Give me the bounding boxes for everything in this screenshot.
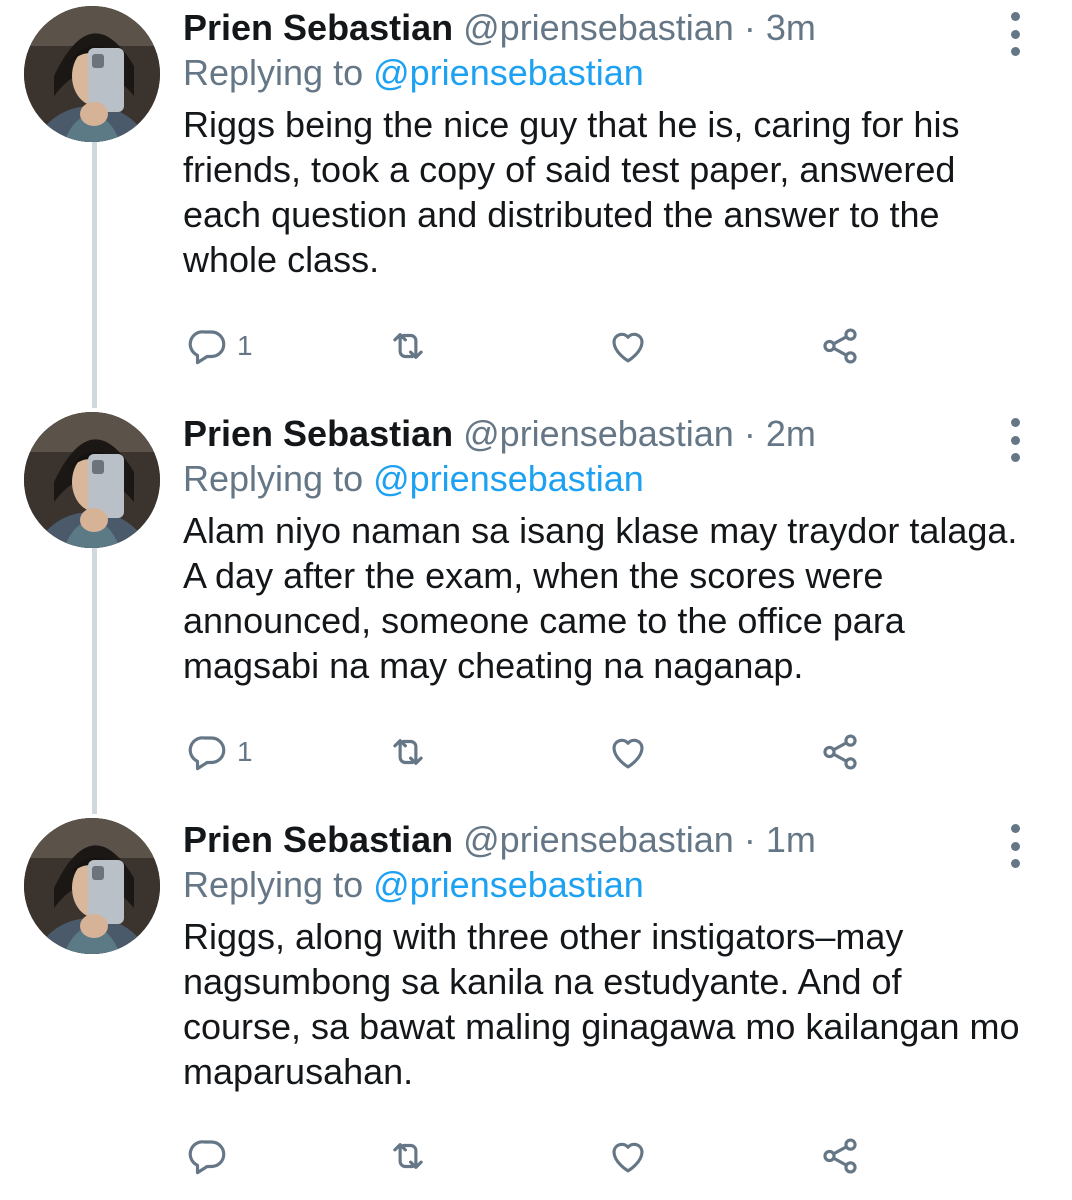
tweet-actions bbox=[183, 1134, 883, 1178]
author-name[interactable]: Prien Sebastian bbox=[183, 819, 453, 860]
replying-to-label: Replying to bbox=[183, 864, 364, 905]
more-vertical-icon[interactable] bbox=[1010, 12, 1020, 56]
reply-button[interactable] bbox=[187, 1134, 237, 1178]
retweet-button[interactable] bbox=[387, 1134, 429, 1178]
separator-dot: · bbox=[743, 413, 756, 454]
avatar[interactable] bbox=[24, 818, 160, 954]
retweet-icon bbox=[393, 333, 423, 359]
reply-icon bbox=[188, 330, 226, 365]
tweet-header: Prien Sebastian @priensebastian · 2m bbox=[183, 412, 1043, 456]
tweet-header: Prien Sebastian @priensebastian · 3m bbox=[183, 6, 1043, 50]
avatar[interactable] bbox=[24, 412, 160, 548]
retweet-icon bbox=[393, 739, 423, 765]
avatar-image bbox=[24, 818, 160, 954]
heart-icon bbox=[612, 1142, 644, 1173]
tweet-text: Riggs, along with three other instigator… bbox=[183, 916, 1020, 1092]
tweet-actions: 1 bbox=[183, 324, 883, 368]
tweet-thread: Prien Sebastian @priensebastian · 3m Rep… bbox=[0, 0, 1072, 1200]
share-icon bbox=[823, 734, 857, 770]
replying-to-label: Replying to bbox=[183, 458, 364, 499]
replying-to-label: Replying to bbox=[183, 52, 364, 93]
reply-count: 1 bbox=[237, 736, 253, 767]
replying-to-mention[interactable]: @priensebastian bbox=[373, 52, 644, 93]
heart-icon bbox=[612, 332, 644, 363]
replying-to: Replying to @priensebastian bbox=[183, 50, 1043, 96]
retweet-button[interactable] bbox=[387, 324, 429, 368]
more-vertical-icon[interactable] bbox=[1010, 824, 1020, 868]
retweet-button[interactable] bbox=[387, 730, 429, 774]
share-icon bbox=[823, 328, 857, 364]
timestamp[interactable]: 3m bbox=[766, 7, 816, 48]
reply-button[interactable]: 1 bbox=[187, 324, 253, 368]
timestamp[interactable]: 2m bbox=[766, 413, 816, 454]
share-button[interactable] bbox=[819, 730, 861, 774]
share-icon bbox=[823, 1138, 857, 1174]
replying-to-mention[interactable]: @priensebastian bbox=[373, 458, 644, 499]
author-name[interactable]: Prien Sebastian bbox=[183, 7, 453, 48]
more-vertical-icon[interactable] bbox=[1010, 418, 1020, 462]
avatar-image bbox=[24, 412, 160, 548]
share-button[interactable] bbox=[819, 1134, 861, 1178]
tweet-text: Riggs being the nice guy that he is, car… bbox=[183, 104, 960, 280]
replying-to: Replying to @priensebastian bbox=[183, 456, 1043, 502]
tweet-text: Alam niyo naman sa isang klase may trayd… bbox=[183, 510, 1018, 686]
reply-count: 1 bbox=[237, 330, 253, 361]
thread-connector-line bbox=[92, 548, 97, 814]
tweet-header: Prien Sebastian @priensebastian · 1m bbox=[183, 818, 1043, 862]
share-button[interactable] bbox=[819, 324, 861, 368]
avatar-image bbox=[24, 6, 160, 142]
like-button[interactable] bbox=[607, 730, 649, 774]
author-name[interactable]: Prien Sebastian bbox=[183, 413, 453, 454]
author-handle[interactable]: @priensebastian bbox=[463, 413, 734, 454]
author-handle[interactable]: @priensebastian bbox=[463, 7, 734, 48]
like-button[interactable] bbox=[607, 324, 649, 368]
replying-to: Replying to @priensebastian bbox=[183, 862, 1043, 908]
retweet-icon bbox=[393, 1143, 423, 1169]
timestamp[interactable]: 1m bbox=[766, 819, 816, 860]
reply-button[interactable]: 1 bbox=[187, 730, 253, 774]
author-handle[interactable]: @priensebastian bbox=[463, 819, 734, 860]
separator-dot: · bbox=[743, 819, 756, 860]
replying-to-mention[interactable]: @priensebastian bbox=[373, 864, 644, 905]
reply-icon bbox=[188, 1140, 226, 1175]
avatar[interactable] bbox=[24, 6, 160, 142]
reply-icon bbox=[188, 736, 226, 771]
thread-connector-line bbox=[92, 142, 97, 408]
tweet-actions: 1 bbox=[183, 730, 883, 774]
heart-icon bbox=[612, 738, 644, 769]
separator-dot: · bbox=[743, 7, 756, 48]
like-button[interactable] bbox=[607, 1134, 649, 1178]
